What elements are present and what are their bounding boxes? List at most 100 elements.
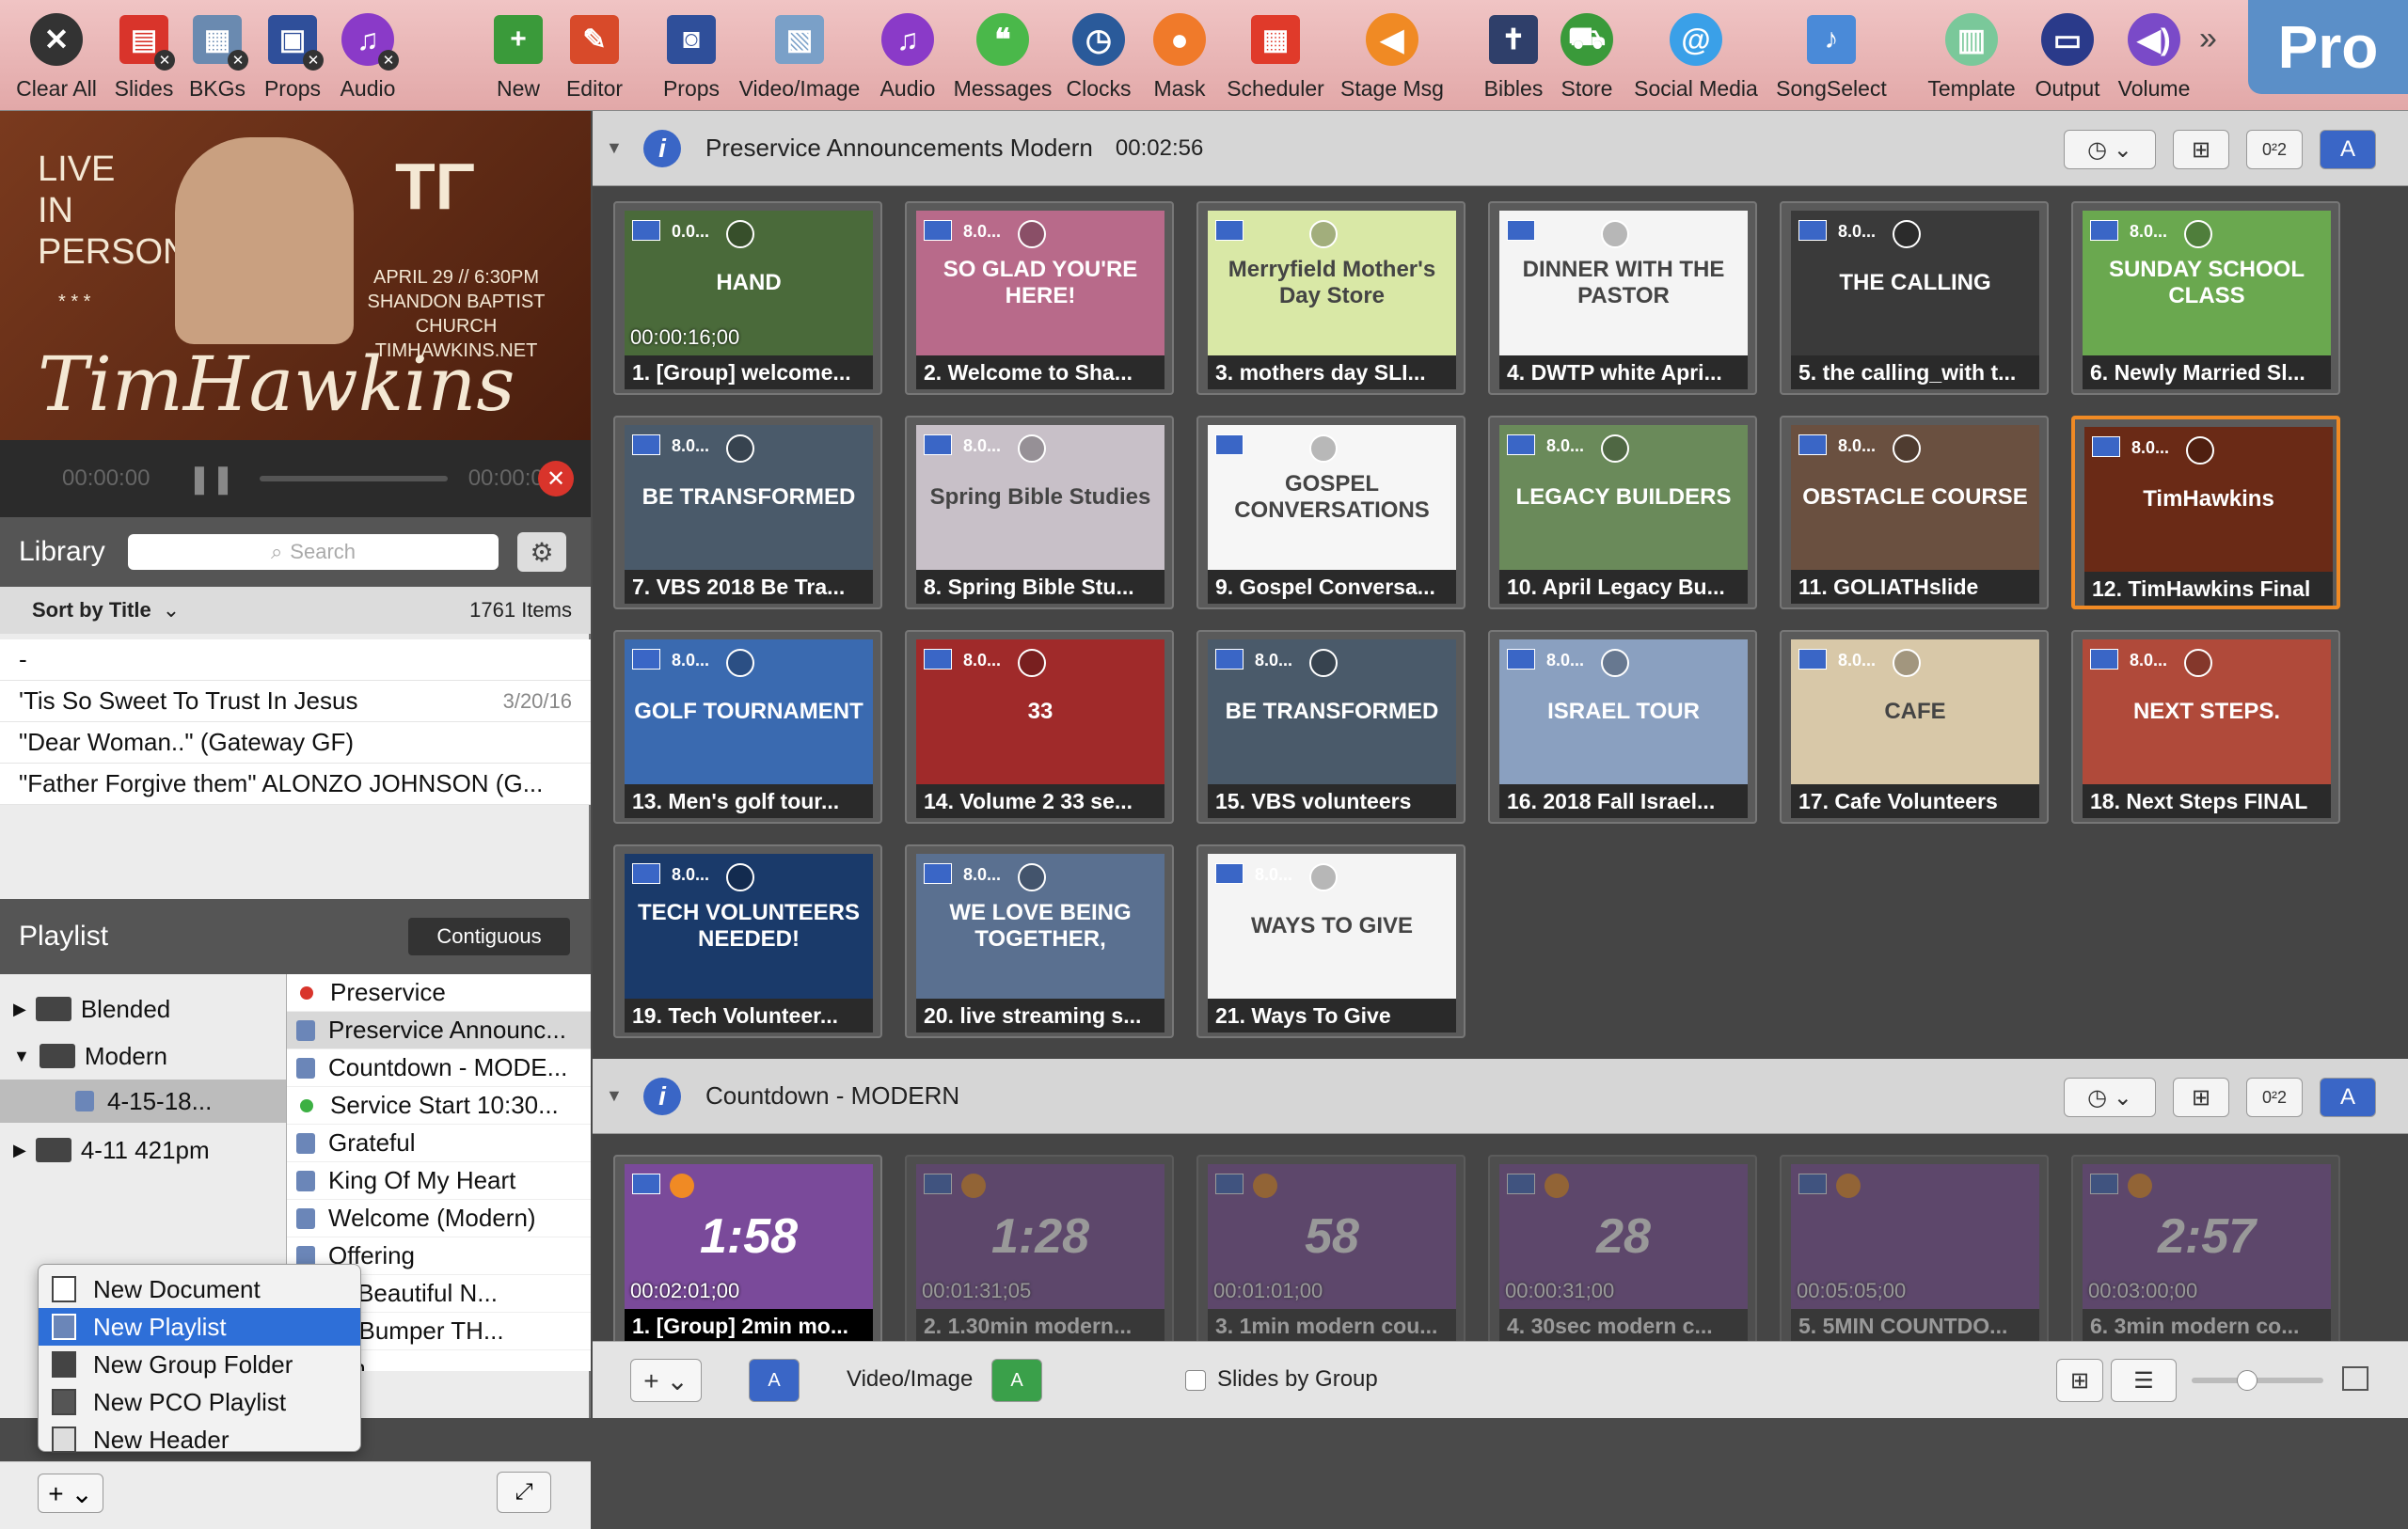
gear-icon[interactable]: ⚙ (517, 532, 566, 572)
slide-thumbnail[interactable]: 28 00:00:31;00 4. 30sec modern c... (1488, 1155, 1757, 1348)
slide-thumbnail[interactable]: 1:58 00:02:01;00 1. [Group] 2min mo... (613, 1155, 882, 1348)
slide-thumbnail[interactable]: Merryfield Mother's Day Store 3. mothers … (1196, 201, 1465, 395)
tree-playlist-selected[interactable]: 4-15-18... (0, 1080, 286, 1123)
timer-dropdown[interactable]: ◷ ⌄ (2064, 130, 2156, 169)
collapse-icon[interactable]: ▼ (606, 1086, 623, 1106)
playlist-item[interactable]: Grateful (287, 1125, 591, 1162)
playlist-item[interactable]: Preservice (287, 974, 591, 1012)
props-button[interactable]: ◙ Props (658, 0, 724, 111)
zoom-max-icon[interactable] (2342, 1366, 2368, 1391)
slides-by-group-checkbox[interactable] (1185, 1370, 1206, 1391)
grid-view-icon[interactable]: ⊞ (2056, 1359, 2103, 1402)
slide-thumbnail[interactable]: BE TRANSFORMED 8.0... 15. VBS volunteers (1196, 630, 1465, 824)
overflow-chevron-icon[interactable]: » (2199, 21, 2217, 57)
slide-thumbnail[interactable]: 33 8.0... 14. Volume 2 33 se... (905, 630, 1174, 824)
arrangement-icon[interactable]: ⊞ (2173, 1078, 2229, 1117)
bibles-button[interactable]: ✝ Bibles (1481, 0, 1546, 111)
slide-view-icon[interactable]: A (2320, 130, 2376, 169)
disclosure-right-icon[interactable]: ▶ (13, 1000, 26, 1019)
collapse-icon[interactable]: ▼ (606, 138, 623, 158)
mask-button[interactable]: ● Mask (1146, 0, 1213, 111)
slide-thumbnail[interactable]: TECH VOLUNTEERS NEEDED! 8.0... 19. Tech Vo… (613, 844, 882, 1038)
contiguous-button[interactable]: Contiguous (408, 918, 570, 955)
library-row[interactable]: 'Tis So Sweet To Trust In Jesus 3/20/16 (0, 681, 591, 722)
slide-thumbnail[interactable]: ISRAEL TOUR 8.0... 16. 2018 Fall Israel... (1488, 630, 1757, 824)
scrubber[interactable] (259, 476, 448, 481)
info-icon[interactable]: i (643, 129, 681, 167)
slide-thumbnail[interactable]: BE TRANSFORMED 8.0... 7. VBS 2018 Be Tra..… (613, 416, 882, 609)
volume-button[interactable]: ◀) Volume (2116, 0, 2192, 111)
menu-new-group-folder[interactable]: New Group Folder (39, 1346, 360, 1383)
disclosure-right-icon[interactable]: ▶ (13, 1141, 26, 1160)
slide-thumbnail[interactable]: GOLF TOURNAMENT 8.0... 13. Men's golf tour… (613, 630, 882, 824)
slide-view-icon[interactable]: A (2320, 1078, 2376, 1117)
slide-thumbnail[interactable]: THE CALLING 8.0... 5. the calling_with t..… (1780, 201, 2049, 395)
messages-button[interactable]: ❝ Messages (948, 0, 1057, 111)
output-button[interactable]: ▭ Output (2032, 0, 2103, 111)
close-icon[interactable]: ✕ (538, 461, 574, 497)
video-image-green-icon[interactable]: A (991, 1359, 1042, 1402)
slide-thumbnail[interactable]: 00:05:05;00 5. 5MIN COUNTDO... (1780, 1155, 2049, 1348)
slide-thumbnail[interactable]: Spring Bible Studies 8.0... 8. Spring Bibl… (905, 416, 1174, 609)
chevron-down-icon[interactable]: ⌄ (163, 598, 180, 623)
playlist-item[interactable]: Countdown - MODE... (287, 1049, 591, 1087)
new-button[interactable]: + New (487, 0, 549, 111)
video-image-thumb-icon[interactable]: A (749, 1359, 800, 1402)
songselect-button[interactable]: ♪ SongSelect (1768, 0, 1894, 111)
pause-icon[interactable]: ❚❚ (187, 463, 234, 496)
info-icon[interactable]: i (643, 1077, 681, 1115)
expand-icon[interactable]: ⤢ (497, 1472, 551, 1513)
arrangement-icon[interactable]: ⊞ (2173, 130, 2229, 169)
slide-thumbnail[interactable]: WE LOVE BEING TOGETHER, 8.0... 20. live st… (905, 844, 1174, 1038)
clear-bkgs-button[interactable]: ▦ ✕ BKGs (184, 0, 250, 111)
playlist-item[interactable]: Preservice Announc... (287, 1012, 591, 1049)
library-row[interactable]: - (0, 639, 591, 681)
library-row[interactable]: "Father Forgive them" ALONZO JOHNSON (G.… (0, 764, 591, 805)
audio-button[interactable]: ♫ Audio (875, 0, 941, 111)
menu-new-header[interactable]: New Header (39, 1421, 360, 1458)
scheduler-button[interactable]: ▦ Scheduler (1221, 0, 1330, 111)
slide-thumbnail[interactable]: DINNER WITH THE PASTOR 4. DWTP white Apri… (1488, 201, 1757, 395)
editor-button[interactable]: ✎ Editor (561, 0, 628, 111)
tree-folder-blended[interactable]: ▶ Blended (0, 987, 286, 1031)
zoom-slider[interactable] (2192, 1370, 2323, 1391)
library-row[interactable]: "Dear Woman.." (Gateway GF) (0, 722, 591, 764)
stage-msg-button[interactable]: ◀ Stage Msg (1336, 0, 1449, 111)
chord-icon[interactable]: 0²2 (2246, 1078, 2303, 1117)
slide-thumbnail[interactable]: SO GLAD YOU'RE HERE! 8.0... 2. Welcome to … (905, 201, 1174, 395)
slide-thumbnail[interactable]: TimHawkins 8.0... 12. TimHawkins Final (2071, 416, 2340, 609)
disclosure-down-icon[interactable]: ▼ (13, 1047, 30, 1066)
clear-props-button[interactable]: ▣ ✕ Props (260, 0, 325, 111)
slide-thumbnail[interactable]: SUNDAY SCHOOL CLASS 8.0... 6. Newly Marrie… (2071, 201, 2340, 395)
template-button[interactable]: ▥ Template (1919, 0, 2024, 111)
tree-folder-modern[interactable]: ▼ Modern (0, 1034, 286, 1078)
sort-dropdown[interactable]: Sort by Title (32, 598, 151, 623)
slide-thumbnail[interactable]: CAFE 8.0... 17. Cafe Volunteers (1780, 630, 2049, 824)
video-image-button[interactable]: ▧ Video/Image (736, 0, 863, 111)
menu-new-playlist[interactable]: New Playlist (39, 1308, 360, 1346)
slide-thumbnail[interactable]: NEXT STEPS. 8.0... 18. Next Steps FINAL (2071, 630, 2340, 824)
chord-icon[interactable]: 0²2 (2246, 130, 2303, 169)
playlist-item[interactable]: Welcome (Modern) (287, 1200, 591, 1237)
clear-all-button[interactable]: ✕ Clear All (9, 0, 103, 111)
clocks-button[interactable]: ◷ Clocks (1063, 0, 1134, 111)
menu-new-pco-playlist[interactable]: New PCO Playlist (39, 1383, 360, 1421)
search-input[interactable]: ⌕ Search (128, 534, 499, 570)
slide-thumbnail[interactable]: WAYS TO GIVE 8.0... 21. Ways To Give (1196, 844, 1465, 1038)
slide-thumbnail[interactable]: 2:57 00:03:00;00 6. 3min modern co... (2071, 1155, 2340, 1348)
playlist-item[interactable]: Service Start 10:30... (287, 1087, 591, 1125)
zoom-slider-knob[interactable] (2237, 1370, 2258, 1391)
playlist-item[interactable]: King Of My Heart (287, 1162, 591, 1200)
add-menu-button[interactable]: + ⌄ (38, 1474, 103, 1513)
add-button[interactable]: + ⌄ (630, 1359, 702, 1402)
slide-thumbnail[interactable]: 1:28 00:01:31;05 2. 1.30min modern... (905, 1155, 1174, 1348)
slide-thumbnail[interactable]: OBSTACLE COURSE 8.0... 11. GOLIATHslide (1780, 416, 2049, 609)
clear-slides-button[interactable]: ▤ ✕ Slides (109, 0, 179, 111)
list-view-icon[interactable]: ☰ (2111, 1359, 2177, 1402)
clear-audio-button[interactable]: ♫ ✕ Audio (335, 0, 401, 111)
timer-dropdown[interactable]: ◷ ⌄ (2064, 1078, 2156, 1117)
slide-thumbnail[interactable]: LEGACY BUILDERS 8.0... 10. April Legacy Bu… (1488, 416, 1757, 609)
tree-folder-4-11[interactable]: ▶ 4-11 421pm (0, 1128, 286, 1172)
store-button[interactable]: ⛟ Store (1554, 0, 1620, 111)
social-media-button[interactable]: @ Social Media (1629, 0, 1763, 111)
